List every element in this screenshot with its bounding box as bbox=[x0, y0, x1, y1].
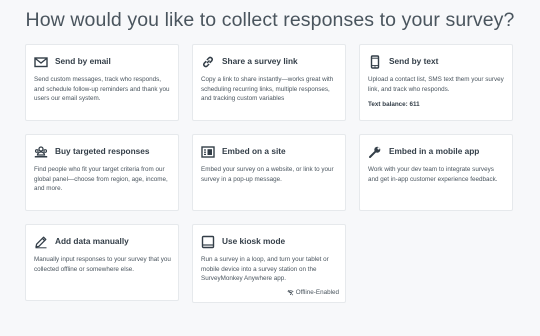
card-description: Manually input responses to your survey … bbox=[34, 256, 171, 273]
card-description: Find people who fit your target criteria… bbox=[34, 166, 168, 193]
use-kiosk-mode-card[interactable]: Use kiosk mode Run a survey in a loop, a… bbox=[192, 224, 346, 303]
card-title: Embed in a mobile app bbox=[389, 146, 480, 156]
card-title: Use kiosk mode bbox=[222, 236, 286, 246]
tablet-icon bbox=[201, 235, 215, 249]
card-title: Send by email bbox=[55, 56, 111, 66]
wrench-icon bbox=[368, 145, 382, 159]
offline-enabled-label: Offline-Enabled bbox=[295, 289, 339, 296]
send-by-email-card[interactable]: Send by email Send custom messages, trac… bbox=[25, 44, 179, 121]
card-title: Send by text bbox=[389, 56, 439, 66]
embed-page-icon bbox=[201, 145, 215, 159]
pencil-icon bbox=[34, 235, 48, 249]
card-description: Run a survey in a loop, and turn your ta… bbox=[201, 256, 329, 283]
add-data-manually-card[interactable]: Add data manually Manually input respons… bbox=[25, 224, 179, 301]
card-title: Buy targeted responses bbox=[55, 146, 150, 156]
people-group-icon bbox=[34, 145, 48, 159]
card-title: Embed on a site bbox=[222, 146, 286, 156]
mobile-phone-icon bbox=[368, 55, 382, 69]
wifi-off-icon bbox=[287, 289, 294, 296]
text-balance: Text balance: 611 bbox=[368, 101, 420, 108]
link-icon bbox=[201, 55, 215, 69]
offline-enabled-badge: Offline-Enabled bbox=[287, 289, 339, 296]
card-description: Send custom messages, track who responds… bbox=[34, 76, 170, 103]
card-title: Add data manually bbox=[55, 236, 129, 246]
embed-mobile-app-card[interactable]: Embed in a mobile app Work with your dev… bbox=[359, 134, 513, 211]
card-description: Embed your survey on a website, or link … bbox=[201, 166, 334, 183]
page-title: How would you like to collect responses … bbox=[25, 9, 515, 31]
card-description: Upload a contact list, SMS text them you… bbox=[368, 76, 504, 93]
card-title: Share a survey link bbox=[222, 56, 298, 66]
buy-targeted-responses-card[interactable]: Buy targeted responses Find people who f… bbox=[25, 134, 179, 211]
share-survey-link-card[interactable]: Share a survey link Copy a link to share… bbox=[192, 44, 346, 121]
envelope-icon bbox=[34, 55, 48, 69]
send-by-text-card[interactable]: Send by text Upload a contact list, SMS … bbox=[359, 44, 513, 121]
card-description: Work with your dev team to integrate sur… bbox=[368, 166, 498, 183]
card-description: Copy a link to share instantly—works gre… bbox=[201, 76, 334, 103]
embed-on-site-card[interactable]: Embed on a site Embed your survey on a w… bbox=[192, 134, 346, 211]
